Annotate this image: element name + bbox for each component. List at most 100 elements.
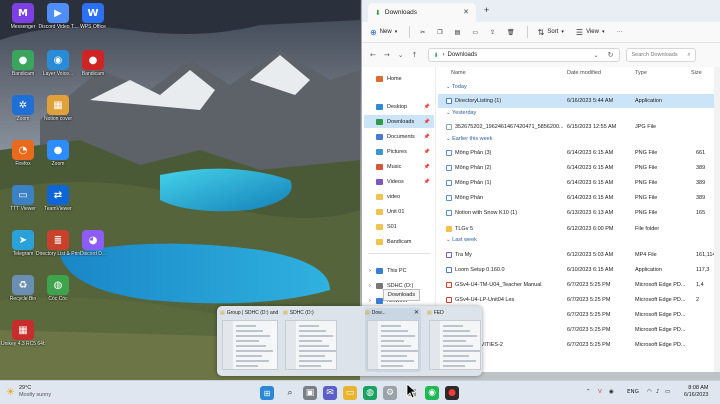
desktop-icon[interactable]: ● Zoom: [38, 140, 78, 167]
file-row[interactable]: 352675202_1962461467420471_5856200... 6/1…: [438, 120, 720, 134]
pin-icon[interactable]: 📌: [424, 149, 430, 155]
sidebar-item-this-pc[interactable]: › This PC: [364, 264, 434, 277]
tab-downloads[interactable]: ⬇ Downloads ✕: [368, 3, 476, 22]
group-header-today[interactable]: ⌄ Today: [446, 84, 467, 90]
new-button[interactable]: ⊕ New ▾: [370, 28, 397, 37]
group-header-lastweek[interactable]: ⌄ Last week: [446, 237, 477, 243]
column-header-date[interactable]: Date modified: [567, 70, 601, 76]
window-thumbnail[interactable]: ▤ Dow... ✕: [365, 308, 421, 372]
folder-icon: [376, 297, 383, 304]
sidebar-item-music[interactable]: Music 📌: [364, 160, 434, 173]
file-row[interactable]: Notion with Snow K10 (1) 6/13/2023 6:13 A…: [438, 206, 720, 220]
pin-icon[interactable]: 📌: [424, 104, 430, 110]
sidebar-item-pictures[interactable]: Pictures 📌: [364, 145, 434, 158]
new-tab-button[interactable]: +: [484, 5, 489, 15]
file-row[interactable]: GSv4-U4-TM-U04_Teacher Manual 6/7/2023 5:…: [438, 278, 720, 292]
share-icon[interactable]: ⇪: [490, 29, 495, 36]
chevron-down-icon[interactable]: ⌄: [593, 52, 598, 59]
tray-app-icon[interactable]: ◉: [609, 389, 614, 395]
sidebar-item-downloads[interactable]: Downloads 📌: [364, 115, 434, 128]
more-options-button[interactable]: ···: [616, 29, 622, 35]
browser-icon[interactable]: ◍: [363, 386, 377, 400]
chat-icon[interactable]: ✉: [323, 386, 337, 400]
column-header-type[interactable]: Type: [635, 70, 647, 76]
file-row[interactable]: Mông Phản (1) 6/14/2023 6:15 AM PNG File 38…: [438, 176, 720, 190]
group-header-yesterday[interactable]: ⌄ Yesterday: [446, 110, 476, 116]
delete-icon[interactable]: 🗑: [507, 29, 515, 36]
column-header-size[interactable]: Size: [691, 70, 702, 76]
clock[interactable]: 8:08 AM 6/16/2023: [684, 385, 708, 399]
group-header-earlier[interactable]: ⌄ Earlier this week: [446, 136, 493, 142]
rename-icon[interactable]: ▭: [472, 29, 478, 36]
vertical-scrollbar[interactable]: [714, 67, 720, 372]
file-row[interactable]: GSv4-U4-LP-Unit04 Les 6/7/2023 5:25 PM Mic…: [438, 293, 720, 307]
search-input[interactable]: Search Downloads ⌕: [625, 48, 696, 62]
file-name: Mông Phản (2): [455, 165, 492, 171]
desktop-icon[interactable]: W WPS Office: [73, 3, 113, 30]
cut-icon[interactable]: ✂: [420, 29, 425, 36]
weather-widget[interactable]: ☀ 29°C Mostly sunny: [6, 385, 51, 399]
desktop-icon[interactable]: ◕ Discord D...: [73, 230, 113, 257]
pin-icon[interactable]: 📌: [424, 134, 430, 140]
sidebar-item-video[interactable]: video: [364, 190, 434, 203]
path-box[interactable]: ⬇ › Downloads ⌄ ↻: [427, 48, 620, 62]
sidebar-item-videos[interactable]: Videos 📌: [364, 175, 434, 188]
task-view-icon[interactable]: ▣: [303, 386, 317, 400]
window-thumbnail[interactable]: ▤ FED: [427, 308, 483, 372]
file-row[interactable]: TLGv 5 6/12/2023 6:00 PM File folder: [438, 222, 720, 236]
pin-icon[interactable]: 📌: [424, 119, 430, 125]
tray-app-icon[interactable]: V: [598, 389, 602, 395]
refresh-icon[interactable]: ↻: [608, 51, 614, 59]
window-thumbnail[interactable]: ▤ SDHC (D:): [283, 308, 339, 372]
file-row[interactable]: Loom Setup 0.160.0 6/10/2023 6:15 AM Appli…: [438, 263, 720, 277]
expand-chevron-icon[interactable]: ›: [369, 283, 371, 289]
breadcrumb[interactable]: Downloads: [448, 52, 478, 58]
settings-icon[interactable]: ⚙: [383, 386, 397, 400]
up-icon[interactable]: ↑: [412, 51, 418, 59]
sidebar-item-desktop[interactable]: Desktop 📌: [364, 100, 434, 113]
language-indicator[interactable]: ENG: [627, 389, 639, 395]
spotify-icon[interactable]: ◉: [425, 386, 439, 400]
sidebar-item-s01[interactable]: S01: [364, 220, 434, 233]
expand-chevron-icon[interactable]: ›: [369, 268, 371, 274]
forward-icon[interactable]: →: [384, 51, 390, 59]
tray-chevron-icon[interactable]: ⌃: [586, 389, 591, 395]
tab-close-icon[interactable]: ✕: [463, 8, 469, 16]
file-explorer-icon[interactable]: ▭: [343, 386, 357, 400]
sidebar-item-unit-01[interactable]: Unit 01: [364, 205, 434, 218]
column-header-name[interactable]: Name: [451, 70, 466, 76]
file-date: 6/7/2023 5:25 PM: [567, 282, 611, 288]
sort-button[interactable]: ⇅ Sort ▾: [538, 28, 564, 37]
window-thumbnail[interactable]: ▤Group | SDHC (D:) and 1 ot...: [220, 308, 280, 372]
wifi-icon[interactable]: ◠: [647, 389, 652, 395]
pin-icon[interactable]: 📌: [424, 179, 430, 185]
file-row[interactable]: Mông Phản (2) 6/14/2023 6:15 AM PNG File 38…: [438, 161, 720, 175]
history-chevron-icon[interactable]: ⌄: [398, 51, 404, 59]
copy-icon[interactable]: ❐: [437, 29, 442, 36]
file-row[interactable]: Mông Phản (3) 6/14/2023 6:15 AM PNG File 66…: [438, 146, 720, 160]
file-date: 6/7/2023 5:25 PM: [567, 297, 611, 303]
desktop-icon[interactable]: ● Bandicam: [73, 50, 113, 77]
close-icon[interactable]: ✕: [414, 309, 419, 316]
desktop-icon[interactable]: ▦ Unikey 4.3 RC5 64bit: [1, 320, 45, 347]
battery-icon[interactable]: ▭: [665, 389, 670, 395]
file-row[interactable]: Tra My 6/12/2023 5:03 AM MP4 File 161,114: [438, 248, 720, 262]
sidebar-item-documents[interactable]: Documents 📌: [364, 130, 434, 143]
paste-icon[interactable]: ▤: [455, 29, 461, 36]
sidebar-item-bandicam[interactable]: Bandicam: [364, 235, 434, 248]
search-icon[interactable]: ⌕: [283, 386, 297, 400]
desktop-icon[interactable]: ▦ Notion cover: [38, 95, 78, 122]
back-icon[interactable]: ←: [370, 51, 376, 59]
view-button[interactable]: ☰ View ▾: [576, 28, 605, 37]
expand-chevron-icon[interactable]: ›: [369, 298, 371, 304]
sidebar-item-home[interactable]: Home: [364, 72, 434, 85]
recorder-icon[interactable]: ●: [445, 386, 459, 400]
pin-icon[interactable]: 📌: [424, 164, 430, 170]
volume-icon[interactable]: ♪: [656, 389, 660, 395]
desktop-icon[interactable]: ◍ Cốc Cốc: [38, 275, 78, 302]
start-button-icon[interactable]: ⊞: [260, 386, 274, 400]
desktop-icon[interactable]: ⇄ TeamViewer: [38, 185, 78, 212]
file-row[interactable]: Mông Phản 6/14/2023 6:15 AM PNG File 389: [438, 191, 720, 205]
chevron-down-icon: ▾: [561, 29, 564, 35]
file-row[interactable]: DirectoryListing (1) 6/16/2023 5:44 AM App…: [438, 94, 720, 108]
